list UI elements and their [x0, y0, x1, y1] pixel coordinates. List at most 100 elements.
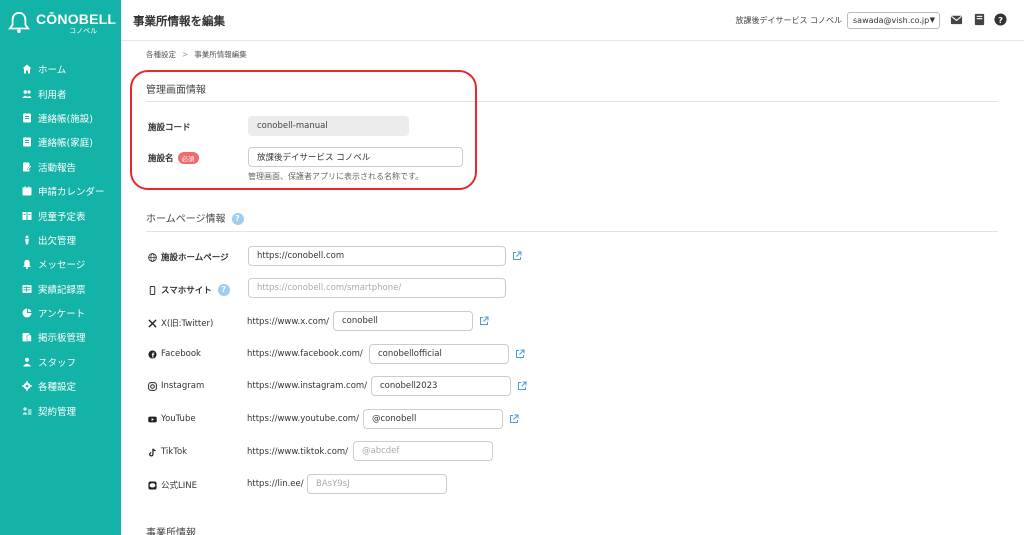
section-divider	[146, 231, 998, 232]
sidebar-item-3[interactable]: 連絡帳(家庭)	[0, 130, 121, 154]
sidebar-item-label: 児童予定表	[38, 211, 86, 223]
smartphone-icon	[149, 285, 156, 295]
account-email: sawada@vish.co.jp	[853, 16, 930, 25]
instagram-account-input[interactable]	[371, 376, 511, 396]
tiktok-icon	[149, 448, 156, 457]
line-account-input[interactable]	[307, 474, 447, 494]
external-link-icon[interactable]	[515, 349, 525, 359]
sidebar-item-label: 申請カレンダー	[38, 187, 105, 199]
mail-icon[interactable]	[950, 13, 963, 26]
breadcrumb-separator: >	[182, 50, 189, 59]
sidebar-item-2[interactable]: 連絡帳(施設)	[0, 106, 121, 130]
sidebar-item-label: 出欠管理	[38, 235, 77, 247]
brand-name: CŌNOBELL	[36, 10, 117, 27]
facebook-url-prefix: https://www.facebook.com/	[247, 349, 363, 359]
help-icon[interactable]: ?	[231, 213, 244, 225]
sidebar-item-12[interactable]: スタッフ	[0, 350, 121, 374]
sidebar-item-9[interactable]: 実績記録票	[0, 277, 121, 301]
smartphone-site-input[interactable]	[248, 278, 506, 298]
sidebar-item-13[interactable]: 各種設定	[0, 374, 121, 398]
notebook-icon	[23, 113, 31, 123]
account-select[interactable]: sawada@vish.co.jp ▼	[847, 12, 940, 29]
sidebar-item-label: メッセージ	[38, 260, 86, 272]
line-icon	[148, 480, 157, 490]
tiktok-url-prefix: https://www.tiktok.com/	[247, 447, 349, 457]
gear-icon	[22, 381, 32, 392]
home-icon	[22, 64, 32, 74]
instagram-label: Instagram	[148, 381, 204, 391]
line-label: 公式LINE	[148, 479, 197, 491]
sidebar-item-label: 利用者	[38, 89, 67, 101]
x-account-input[interactable]	[333, 311, 473, 331]
notebook-icon	[23, 137, 31, 147]
office-section-title: 事業所情報	[146, 528, 196, 535]
sidebar-item-label: 実績記録票	[38, 284, 86, 296]
highlight-annotation	[130, 70, 477, 190]
instagram-icon	[148, 381, 157, 391]
sidebar-item-11[interactable]: 掲示板管理	[0, 325, 121, 349]
sidebar-item-label: 掲示板管理	[38, 333, 86, 345]
external-link-icon[interactable]	[517, 381, 527, 391]
website-input[interactable]	[248, 246, 506, 266]
x-logo-icon	[148, 318, 157, 328]
sidebar-item-8[interactable]: メッセージ	[0, 252, 121, 276]
breadcrumb: 各種設定 > 事業所情報編集	[146, 49, 247, 60]
sidebar-item-label: 連絡帳(家庭)	[38, 138, 93, 150]
youtube-icon	[148, 416, 157, 422]
facility-name: 放課後デイサービス コノベル	[735, 16, 842, 25]
brand-sub: コノベル	[69, 26, 98, 35]
sidebar-item-label: 活動報告	[38, 162, 77, 174]
page-title: 事業所情報を編集	[133, 14, 225, 28]
external-link-icon[interactable]	[512, 251, 522, 261]
contract-icon	[22, 407, 32, 415]
report-icon	[23, 162, 32, 172]
breadcrumb-parent[interactable]: 各種設定	[146, 50, 176, 59]
external-link-icon[interactable]	[509, 414, 519, 424]
calendar-icon	[22, 186, 32, 196]
tiktok-account-input[interactable]	[353, 441, 493, 461]
sidebar-item-4[interactable]: 活動報告	[0, 155, 121, 179]
sidebar-item-label: 各種設定	[38, 382, 77, 394]
sidebar: CŌNOBELL コノベル ホーム利用者連絡帳(施設) 連絡帳(家庭) 活動報告申請…	[0, 0, 121, 535]
attendance-icon	[25, 235, 29, 245]
sidebar-item-label: 契約管理	[38, 406, 77, 418]
help-circle-icon[interactable]: ?	[994, 13, 1007, 26]
x-url-prefix: https://www.x.com/	[247, 317, 329, 327]
table-icon	[22, 284, 32, 293]
sidebar-item-10[interactable]: アンケート	[0, 301, 121, 325]
sidebar-item-1[interactable]: 利用者	[0, 81, 121, 105]
staff-icon	[23, 357, 31, 367]
schedule-icon	[22, 211, 32, 220]
facebook-label: f Facebook	[148, 349, 201, 359]
tiktok-label: TikTok	[148, 447, 187, 457]
bell-icon	[23, 260, 31, 270]
youtube-account-input[interactable]	[363, 409, 503, 429]
bell-logo-icon	[8, 11, 30, 34]
chevron-down-icon: ▼	[929, 16, 935, 24]
manual-book-icon[interactable]	[973, 13, 986, 26]
sidebar-item-7[interactable]: 出欠管理	[0, 228, 121, 252]
survey-icon	[22, 308, 32, 318]
instagram-url-prefix: https://www.instagram.com/	[247, 381, 368, 391]
website-label: 施設ホームページ	[148, 251, 229, 263]
facebook-account-input[interactable]	[369, 344, 509, 364]
youtube-label: YouTube	[148, 414, 196, 424]
x-twitter-label: X(旧:Twitter)	[148, 317, 213, 329]
sidebar-item-6[interactable]: 児童予定表	[0, 203, 121, 227]
svg-text:f: f	[152, 352, 155, 358]
board-icon	[22, 333, 32, 343]
line-url-prefix: https://lin.ee/	[247, 479, 304, 489]
smartphone-site-label: スマホサイト?	[148, 284, 230, 296]
sidebar-item-0[interactable]: ホーム	[0, 57, 121, 81]
sidebar-item-14[interactable]: 契約管理	[0, 398, 121, 422]
external-link-icon[interactable]	[479, 316, 489, 326]
help-icon[interactable]: ?	[217, 284, 230, 296]
globe-icon	[148, 252, 157, 262]
brand-logo[interactable]: CŌNOBELL コノベル	[8, 6, 118, 40]
sidebar-item-5[interactable]: 申請カレンダー	[0, 179, 121, 203]
breadcrumb-current: 事業所情報編集	[194, 50, 247, 59]
users-icon	[22, 89, 32, 98]
sidebar-item-label: ホーム	[38, 65, 67, 77]
facebook-icon: f	[148, 349, 157, 359]
homepage-section-title: ホームページ情報?	[146, 210, 244, 225]
